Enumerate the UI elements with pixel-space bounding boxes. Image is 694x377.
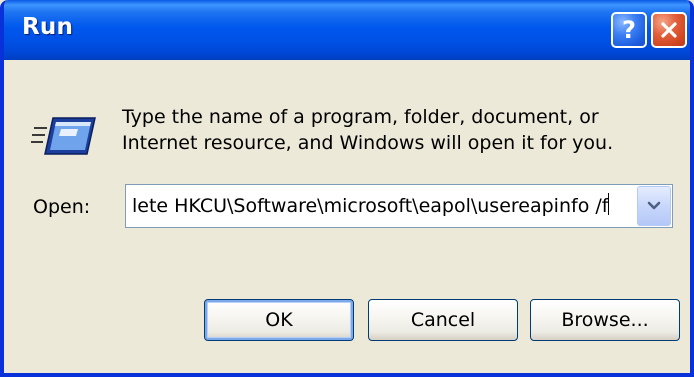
open-dropdown-button[interactable] bbox=[637, 186, 671, 226]
cancel-button[interactable]: Cancel bbox=[368, 299, 518, 341]
text-caret bbox=[608, 193, 610, 215]
close-icon bbox=[661, 22, 677, 38]
dialog-body: Type the name of a program, folder, docu… bbox=[4, 60, 690, 373]
instruction-line-1: Type the name of a program, folder, docu… bbox=[122, 106, 599, 128]
help-button[interactable]: ? bbox=[611, 12, 647, 48]
open-input[interactable]: lete HKCU\Software\microsoft\eapol\usere… bbox=[132, 192, 632, 220]
instruction-line-2: Internet resource, and Windows will open… bbox=[122, 132, 614, 154]
open-input-text: lete HKCU\Software\microsoft\eapol\usere… bbox=[132, 195, 609, 217]
run-icon bbox=[31, 117, 96, 155]
close-button[interactable] bbox=[651, 12, 687, 48]
chevron-down-icon bbox=[647, 201, 661, 210]
open-combobox[interactable]: lete HKCU\Software\microsoft\eapol\usere… bbox=[125, 184, 673, 228]
browse-button[interactable]: Browse... bbox=[530, 299, 680, 341]
run-dialog: Run ? Type the name of a program, folder… bbox=[0, 0, 694, 377]
title-bar[interactable]: Run ? bbox=[4, 0, 690, 60]
open-label: Open: bbox=[33, 196, 91, 218]
window-title: Run bbox=[22, 14, 74, 40]
help-icon: ? bbox=[622, 16, 636, 44]
ok-button[interactable]: OK bbox=[204, 299, 354, 341]
instruction-text: Type the name of a program, folder, docu… bbox=[122, 104, 662, 156]
